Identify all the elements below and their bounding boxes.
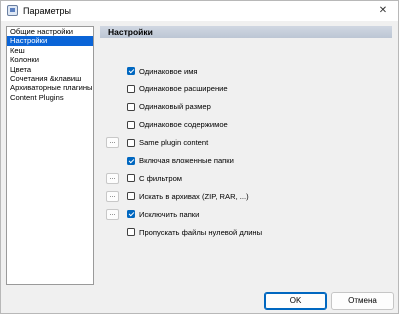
option-label: Пропускать файлы нулевой длины: [139, 227, 263, 237]
option-label: Same plugin content: [139, 138, 209, 148]
option-row[interactable]: Одинаковое расширение: [127, 84, 228, 94]
window-title: Параметры: [23, 6, 71, 16]
option-row[interactable]: Пропускать файлы нулевой длины: [127, 227, 262, 237]
ok-button[interactable]: OK: [264, 292, 327, 310]
option-checkbox[interactable]: [127, 228, 135, 237]
sidebar-item[interactable]: Общие настройки: [7, 27, 93, 36]
sidebar-item[interactable]: Настройки: [7, 36, 93, 46]
sidebar-item[interactable]: Архиваторные плагины: [7, 83, 93, 92]
option-label: Одинаковое расширение: [139, 84, 228, 94]
sidebar-item[interactable]: Сочетания &клавиш: [7, 74, 93, 83]
option-checkbox[interactable]: [127, 138, 135, 147]
sidebar-item[interactable]: Колонки: [7, 55, 93, 64]
title-bar: Параметры ✕: [1, 1, 398, 21]
option-label: Одинаковое имя: [139, 66, 198, 76]
option-settings-button[interactable]: ...: [106, 137, 119, 149]
option-label: С фильтром: [139, 173, 183, 183]
sidebar-item[interactable]: Цвета: [7, 65, 93, 74]
app-icon: [7, 5, 18, 16]
option-label: Исключить папки: [139, 209, 200, 219]
option-checkbox[interactable]: [127, 156, 135, 165]
option-row[interactable]: Одинаковый размер: [127, 102, 211, 112]
option-settings-button[interactable]: ...: [106, 190, 119, 202]
option-checkbox[interactable]: [127, 174, 135, 183]
option-checkbox[interactable]: [127, 84, 135, 93]
sidebar-item[interactable]: Content Plugins: [7, 93, 93, 102]
settings-dialog: Параметры ✕ Общие настройки Настройки Кеш К…: [0, 0, 399, 314]
option-label: Искать в архивах (ZIP, RAR, ...): [139, 191, 249, 201]
section-header: Настройки: [100, 26, 392, 38]
settings-panel: Настройки Одинаковое имя Одинаковое расши…: [100, 26, 392, 285]
option-label: Включая вложенные папки: [139, 156, 234, 165]
option-checkbox[interactable]: [127, 210, 135, 219]
option-label: Одинаковое содержимое: [139, 120, 228, 130]
option-row[interactable]: Same plugin content: [127, 138, 208, 148]
option-checkbox[interactable]: [127, 67, 135, 75]
option-checkbox[interactable]: [127, 192, 135, 201]
settings-category-list[interactable]: Общие настройки Настройки Кеш Колонки Цвета С…: [6, 26, 94, 285]
option-checkbox[interactable]: [127, 120, 135, 129]
option-checkbox[interactable]: [127, 102, 135, 111]
option-row[interactable]: Одинаковое имя: [127, 66, 198, 76]
option-row[interactable]: Исключить папки: [127, 209, 199, 219]
option-row[interactable]: Одинаковое содержимое: [127, 120, 228, 130]
cancel-button[interactable]: Отмена: [331, 292, 394, 310]
close-button[interactable]: ✕: [368, 1, 398, 21]
option-row[interactable]: Включая вложенные папки: [127, 156, 234, 166]
option-row[interactable]: Искать в архивах (ZIP, RAR, ...): [127, 191, 249, 201]
option-label: Одинаковый размер: [139, 102, 211, 112]
option-settings-button[interactable]: ...: [106, 208, 119, 220]
option-row[interactable]: С фильтром: [127, 173, 182, 183]
sidebar-item[interactable]: Кеш: [7, 46, 93, 55]
option-settings-button[interactable]: ...: [106, 172, 119, 184]
